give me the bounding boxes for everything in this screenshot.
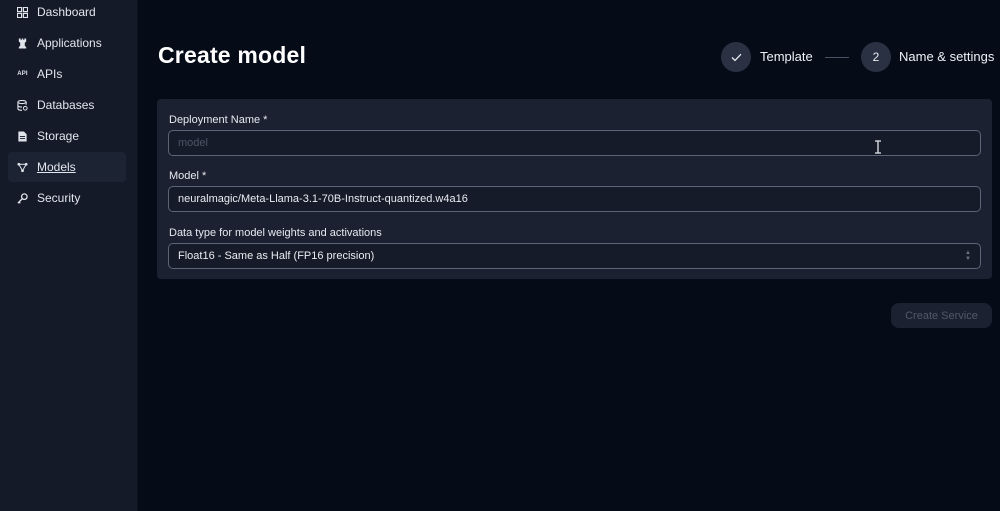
step-connector — [825, 57, 849, 58]
chess-rook-icon — [17, 37, 28, 49]
model-value: neuralmagic/Meta-Llama-3.1-70B-Instruct-… — [178, 193, 468, 205]
model-input[interactable]: neuralmagic/Meta-Llama-3.1-70B-Instruct-… — [168, 186, 981, 212]
sidebar-item-label: Security — [37, 191, 81, 205]
step-2-label: Name & settings — [899, 49, 995, 64]
stepper: Template 2 Name & settings — [721, 42, 996, 72]
page-title: Create model — [158, 42, 307, 68]
sidebar-item-dashboard[interactable]: Dashboard — [8, 0, 126, 27]
deployment-name-input[interactable]: model — [168, 130, 981, 156]
check-icon — [731, 53, 741, 61]
step-1-label: Template — [760, 49, 813, 64]
sidebar-item-databases[interactable]: Databases — [8, 90, 126, 120]
sidebar-item-models[interactable]: Models — [8, 152, 126, 182]
sidebar-item-apis[interactable]: API APIs — [8, 59, 126, 89]
step-2-number: 2 — [872, 50, 880, 64]
sidebar-item-label: Storage — [37, 129, 80, 143]
database-icon — [17, 99, 28, 111]
sidebar-item-security[interactable]: Security — [8, 183, 126, 213]
sidebar: Dashboard Applications API APIs Database… — [0, 0, 138, 511]
text-cursor-icon — [875, 140, 881, 154]
step-2-current[interactable]: 2 — [861, 42, 891, 72]
file-icon — [17, 130, 28, 142]
select-arrows-icon: ▲ ▼ — [965, 250, 971, 262]
key-icon — [17, 192, 28, 204]
sidebar-item-applications[interactable]: Applications — [8, 28, 126, 58]
sidebar-item-label: Applications — [37, 36, 102, 50]
model-form-card: Deployment Name * model Model * neuralma… — [157, 99, 992, 279]
dashboard-icon — [17, 6, 28, 18]
create-service-button[interactable]: Create Service — [891, 303, 992, 328]
model-label: Model * — [169, 170, 207, 182]
sidebar-item-label: Databases — [37, 98, 95, 112]
sidebar-item-label: Dashboard — [37, 5, 96, 19]
sidebar-item-storage[interactable]: Storage — [8, 121, 126, 151]
sidebar-item-label: APIs — [37, 67, 63, 81]
deployment-name-label: Deployment Name * — [169, 114, 268, 126]
nodes-icon — [17, 162, 28, 173]
deployment-name-placeholder: model — [178, 137, 208, 149]
dtype-value: Float16 - Same as Half (FP16 precision) — [178, 250, 375, 262]
dtype-label: Data type for model weights and activati… — [169, 227, 382, 239]
api-icon: API — [17, 71, 28, 77]
dtype-select[interactable]: Float16 - Same as Half (FP16 precision) … — [168, 243, 981, 269]
sidebar-item-label: Models — [37, 160, 76, 174]
step-1-complete[interactable] — [721, 42, 751, 72]
